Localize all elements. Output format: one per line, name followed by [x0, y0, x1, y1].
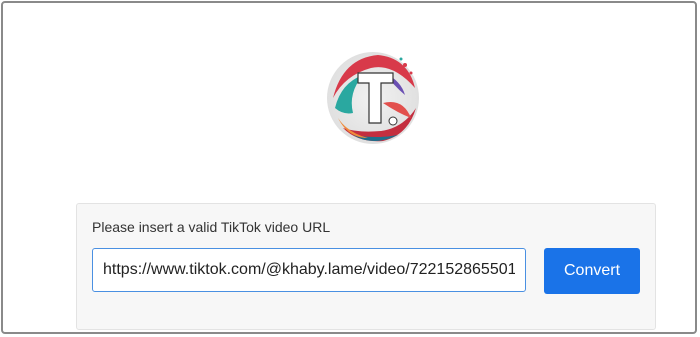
logo-image [323, 43, 423, 153]
swirl-logo-icon [327, 52, 419, 144]
tiktok-url-input[interactable] [92, 248, 526, 292]
page-frame: Please insert a valid TikTok video URL C… [1, 1, 697, 334]
convert-button[interactable]: Convert [544, 248, 640, 294]
url-instruction-label: Please insert a valid TikTok video URL [92, 219, 331, 235]
url-form-card: Please insert a valid TikTok video URL C… [76, 203, 656, 330]
